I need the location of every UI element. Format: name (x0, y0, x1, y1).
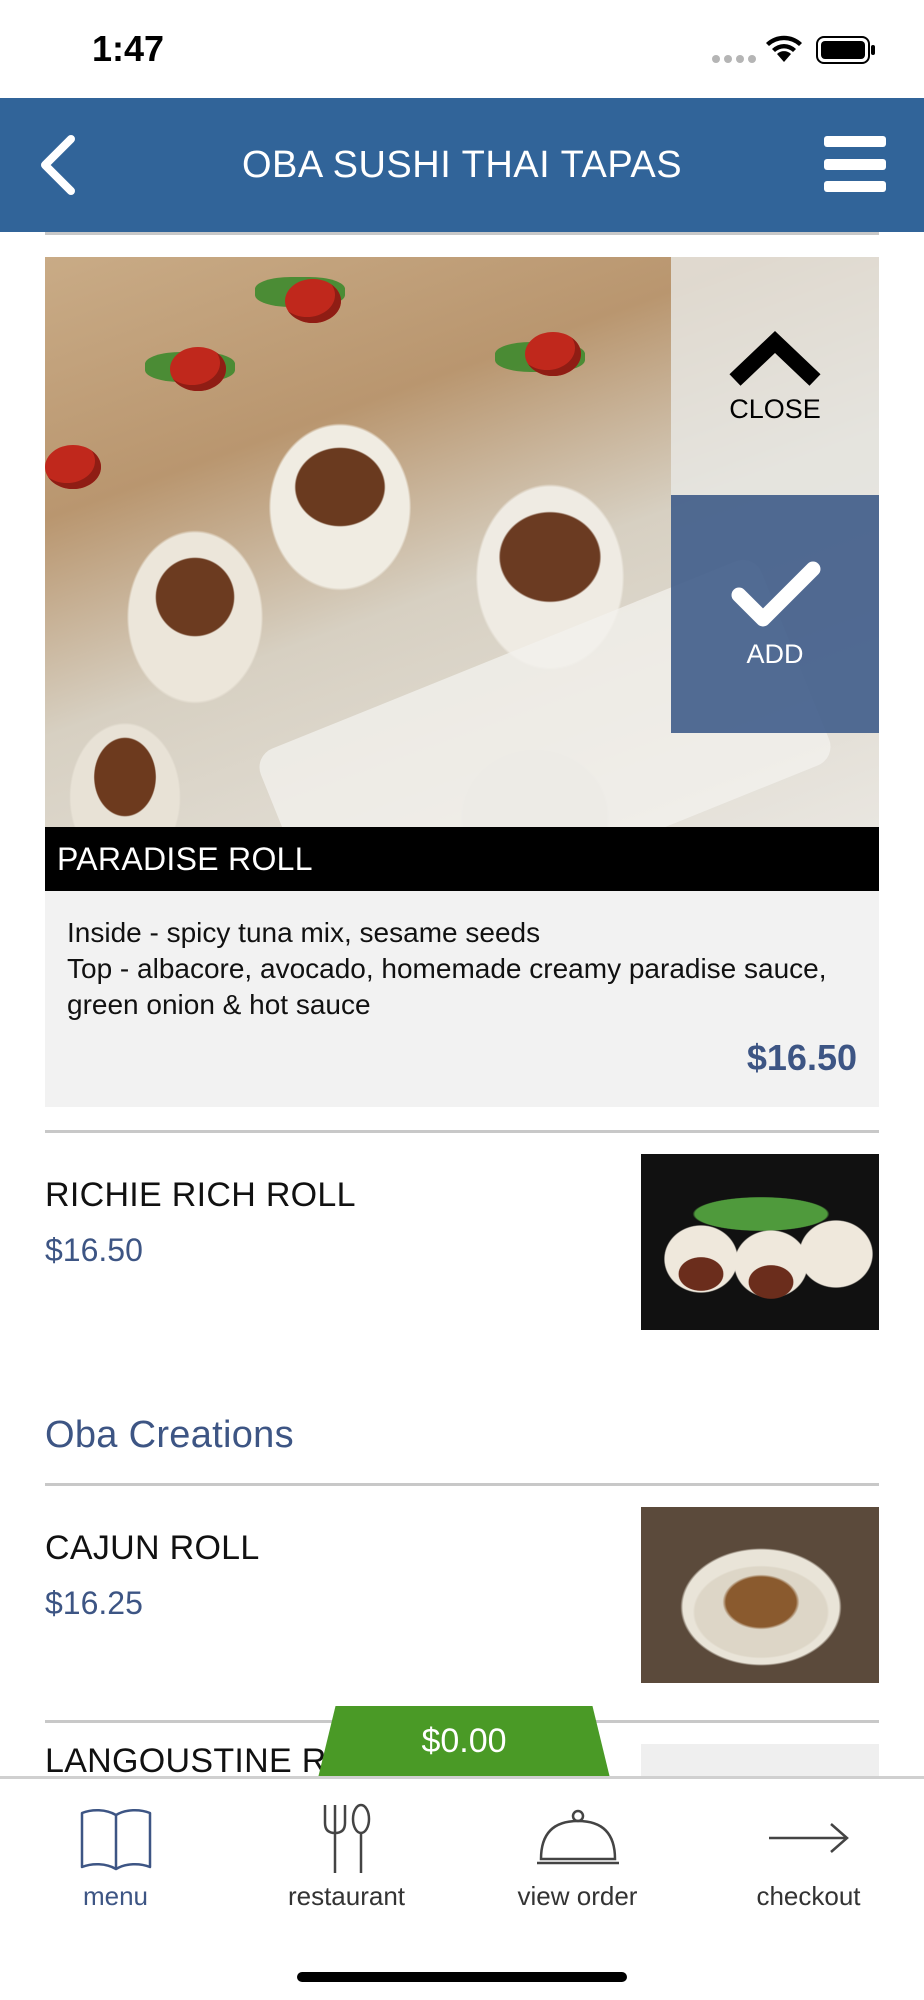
tab-view-order[interactable]: view order (462, 1799, 693, 1919)
checkmark-icon (731, 561, 821, 626)
battery-icon (816, 36, 875, 64)
arrow-right-icon (768, 1823, 849, 1853)
chevron-left-icon (41, 135, 75, 195)
tab-label: view order (517, 1881, 638, 1911)
menu-item-thumbnail (641, 1507, 879, 1683)
expanded-item-card: CLOSE ADD PARADISE ROLL Inside - spicy t… (45, 257, 879, 1107)
fork-spoon-icon (323, 1803, 370, 1873)
menu-item-thumbnail (641, 1744, 879, 1776)
menu-item-row[interactable]: CAJUN ROLL $16.25 (45, 1507, 879, 1683)
section-heading: Oba Creations (45, 1414, 294, 1456)
divider (45, 1130, 879, 1133)
menu-item-name: RICHIE RICH ROLL (45, 1176, 356, 1214)
divider (45, 1483, 879, 1486)
menu-item-price: $16.25 (45, 1585, 143, 1621)
chevron-up-icon (729, 330, 821, 386)
home-indicator (297, 1972, 627, 1982)
tab-label: menu (82, 1881, 149, 1911)
tab-bar: menu restaurant view order checkout (0, 1776, 924, 2000)
add-label: ADD (746, 638, 804, 669)
menu-item-name: CAJUN ROLL (45, 1529, 260, 1567)
item-details: Inside - spicy tuna mix, sesame seeds To… (45, 891, 879, 1107)
status-time: 1:47 (92, 28, 165, 69)
tab-label: checkout (756, 1881, 861, 1911)
book-icon (80, 1809, 151, 1871)
menu-item-thumbnail (641, 1154, 879, 1330)
cart-total-label: $0.00 (421, 1722, 507, 1760)
close-button[interactable]: CLOSE (671, 257, 879, 495)
divider (45, 232, 879, 235)
hamburger-menu-button[interactable] (824, 136, 886, 192)
status-bar: 1:47 (0, 0, 924, 98)
item-price: $16.50 (746, 1037, 857, 1078)
tab-menu[interactable]: menu (0, 1799, 231, 1919)
menu-item-name: LANGOUSTINE R (45, 1744, 327, 1776)
item-name: PARADISE ROLL (45, 827, 879, 891)
tab-checkout[interactable]: checkout (693, 1799, 924, 1919)
menu-item-row[interactable]: RICHIE RICH ROLL $16.50 (45, 1154, 879, 1330)
tab-label: restaurant (287, 1881, 406, 1911)
cloche-icon (536, 1809, 619, 1865)
cart-total-button[interactable]: $0.00 (318, 1706, 610, 1778)
tab-restaurant[interactable]: restaurant (231, 1799, 462, 1919)
app-header: OBA SUSHI THAI TAPAS (0, 98, 924, 232)
item-photo: CLOSE ADD (45, 257, 879, 827)
item-description: Inside - spicy tuna mix, sesame seeds To… (67, 917, 827, 1020)
add-button[interactable]: ADD (671, 495, 879, 733)
wifi-icon (766, 35, 802, 62)
back-button[interactable] (22, 128, 92, 202)
close-label: CLOSE (729, 393, 821, 424)
page-title: OBA SUSHI THAI TAPAS (241, 144, 683, 186)
menu-item-price: $16.50 (45, 1232, 143, 1268)
cellular-signal-icon (712, 55, 756, 63)
hamburger-icon (824, 136, 886, 147)
